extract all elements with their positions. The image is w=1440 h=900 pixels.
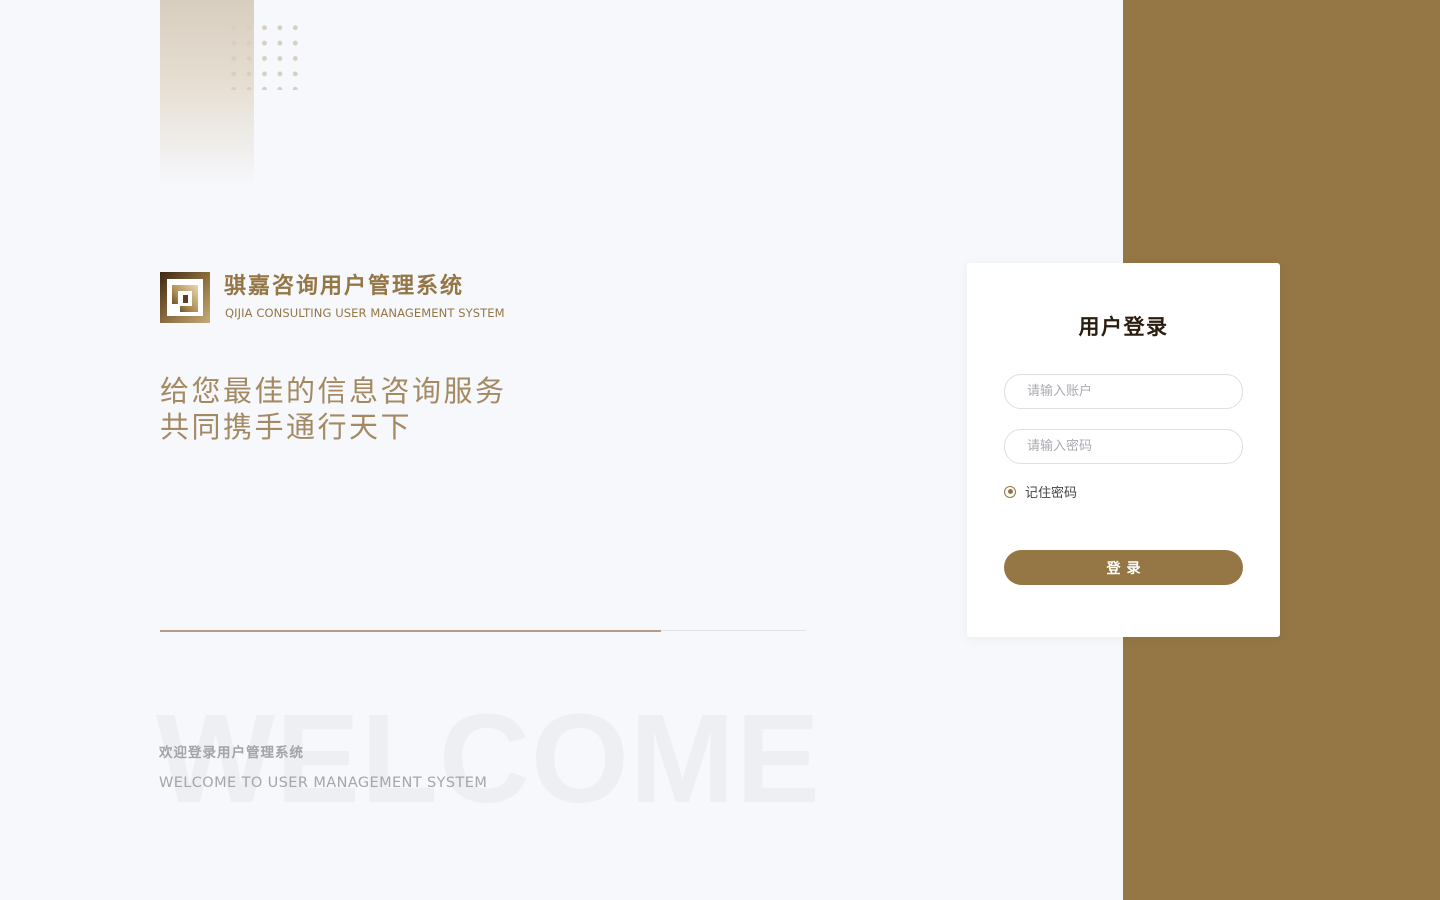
decorative-dot-grid <box>226 20 298 90</box>
slogan-line-2: 共同携手通行天下 <box>160 410 413 444</box>
password-input[interactable] <box>1004 429 1243 464</box>
login-page: 骐嘉咨询用户管理系统 QIJIA CONSULTING USER MANAGEM… <box>0 0 1440 900</box>
brand-title: 骐嘉咨询用户管理系统 <box>224 274 465 299</box>
progress-divider <box>160 630 806 632</box>
username-input[interactable] <box>1004 374 1243 409</box>
login-card: 用户登录 记住密码 登录 <box>967 263 1280 637</box>
remember-radio[interactable] <box>1004 485 1016 498</box>
login-title: 用户登录 <box>1078 315 1169 339</box>
progress-fill <box>160 630 661 632</box>
brand-subtitle: QIJIA CONSULTING USER MANAGEMENT SYSTEM <box>225 306 505 320</box>
qijia-logo-icon <box>160 272 210 323</box>
remember-label: 记住密码 <box>1025 486 1078 501</box>
welcome-text-cn: 欢迎登录用户管理系统 <box>159 745 304 761</box>
remember-password-option[interactable]: 记住密码 <box>1004 482 1077 501</box>
login-button[interactable]: 登录 <box>1004 550 1243 585</box>
welcome-text-en: WELCOME TO USER MANAGEMENT SYSTEM <box>159 775 488 791</box>
